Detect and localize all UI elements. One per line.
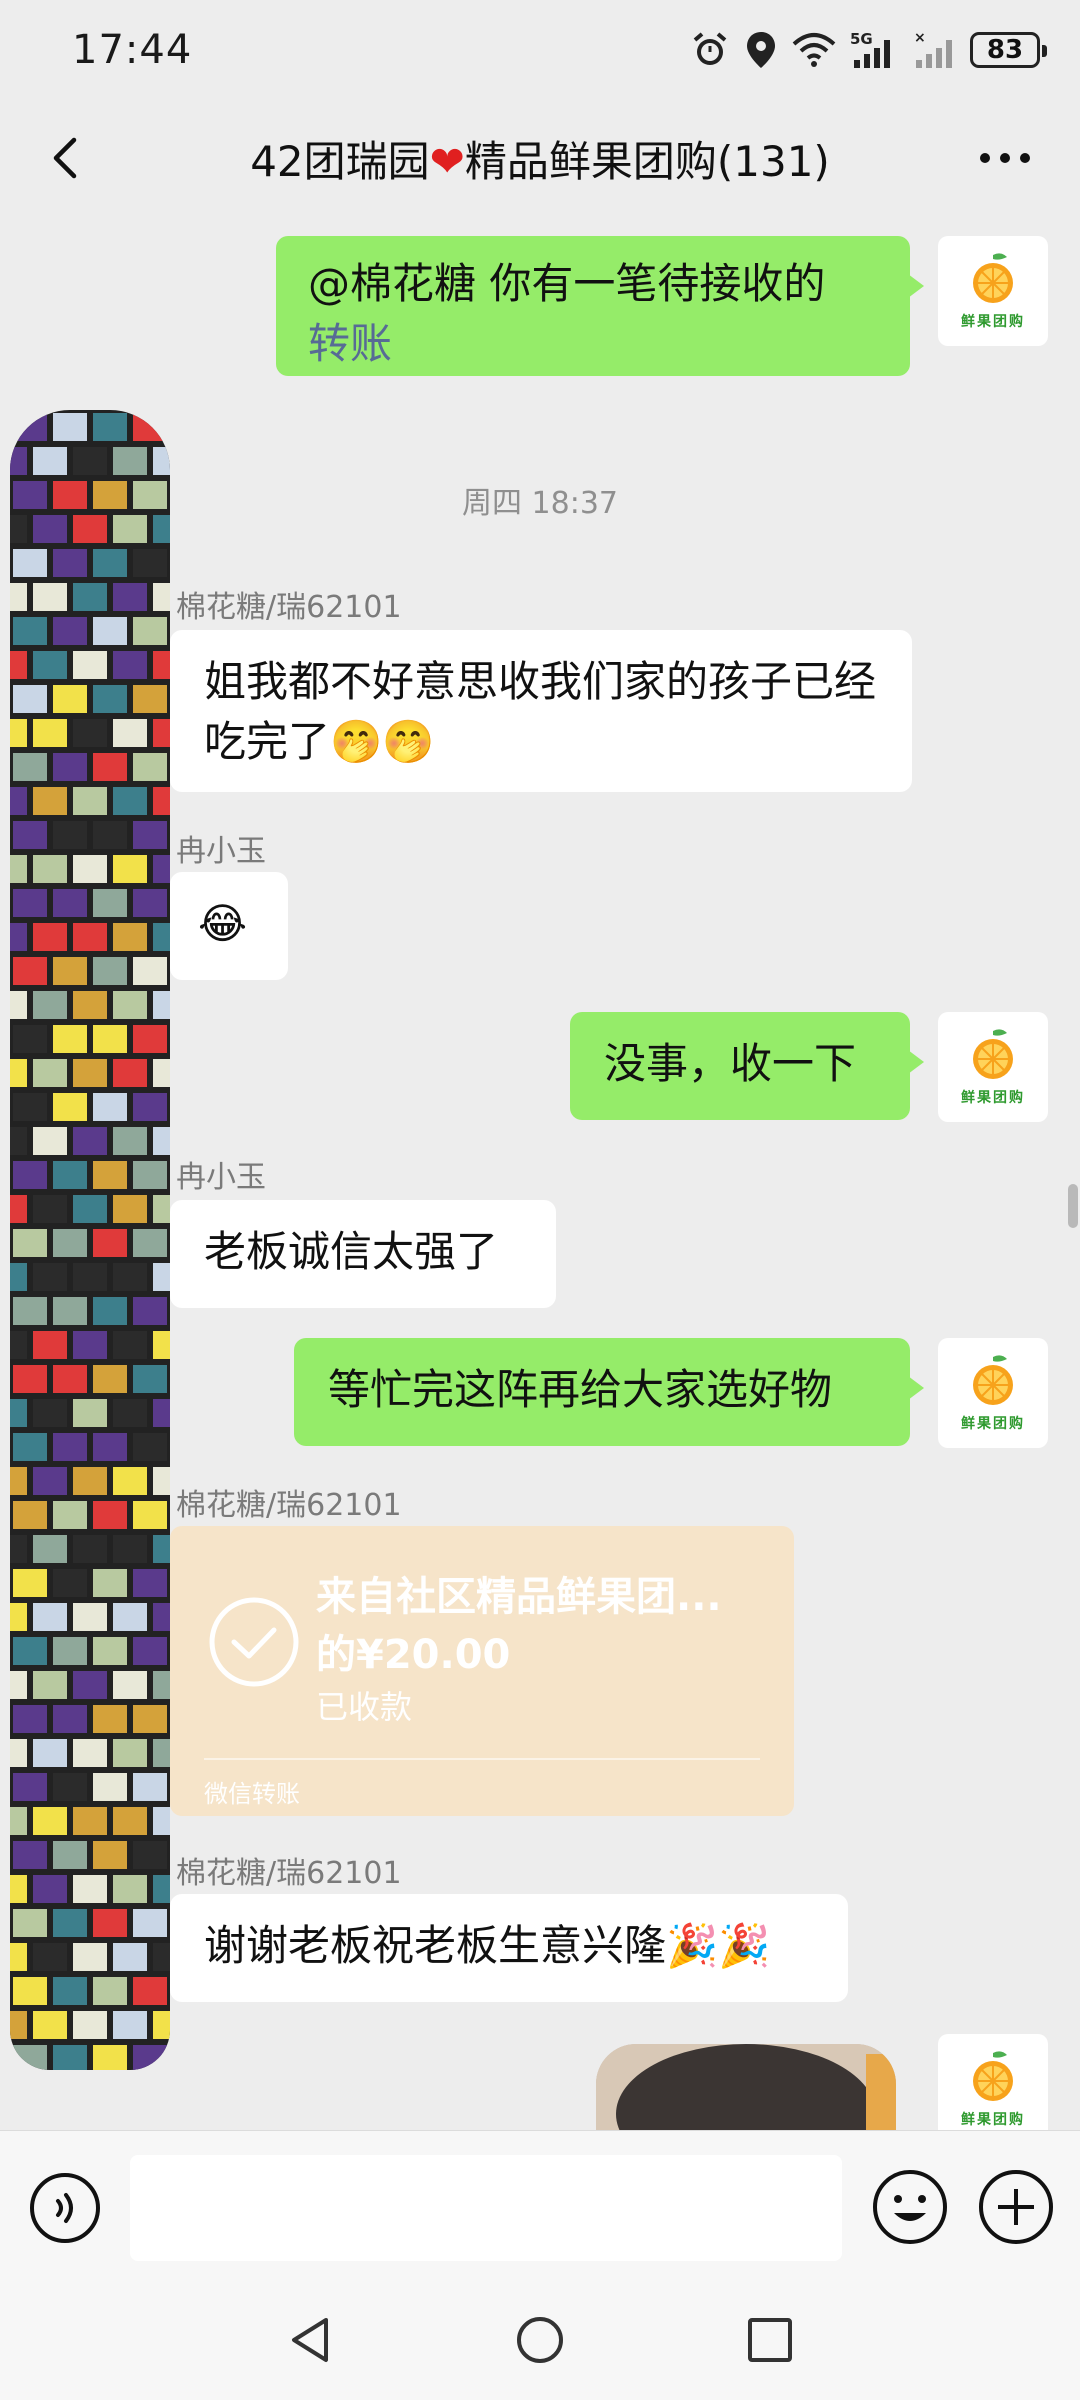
message-text: 老板诚信太强了 [204, 1227, 499, 1276]
battery-level: 83 [986, 35, 1024, 65]
more-options-icon[interactable] [970, 130, 1040, 186]
chat-title-suffix: 精品鲜果团购(131) [464, 136, 830, 186]
message-bubble-incoming[interactable]: 老板诚信太强了 [156, 1200, 556, 1308]
transfer-footer: 微信转账 [204, 1780, 300, 1808]
svg-text:×: × [914, 30, 926, 46]
heart-icon: ❤ [429, 136, 465, 186]
message-bubble-incoming[interactable]: 😂 [156, 872, 288, 980]
system-nav-bar [0, 2280, 1080, 2400]
avatar-brand-text: 鲜果团购 [961, 314, 1025, 330]
sender-name: 棉花糖/瑞62101 [176, 1856, 402, 1891]
battery-icon: 83 [970, 32, 1047, 68]
back-arrow-icon[interactable] [40, 130, 96, 186]
message-text: 等忙完这阵再给大家选好物 [328, 1365, 833, 1414]
orange-logo-icon [973, 2051, 1013, 2101]
message-text: 没事，收一下 [604, 1039, 857, 1088]
message-bubble-outgoing[interactable]: 没事，收一下 [570, 1012, 924, 1120]
signal-icon: × [914, 30, 952, 68]
chat-title-prefix: 42团瑞园 [250, 136, 430, 186]
avatar-brand-text: 鲜果团购 [961, 1416, 1025, 1432]
sender-name: 冉小玉 [176, 834, 266, 869]
status-bar: 17:44 5G × 83 [0, 0, 1080, 100]
message-text: 谢谢老板祝老板生意兴隆🎉🎉 [204, 1921, 771, 1970]
location-icon [747, 32, 775, 68]
check-circle-icon [209, 1597, 299, 1687]
alarm-icon [693, 32, 727, 65]
nav-recents-icon[interactable] [742, 2310, 798, 2370]
orange-logo-icon [973, 253, 1013, 303]
transfer-divider [204, 1758, 760, 1760]
signal-5g-icon: 5G [850, 30, 890, 68]
network-label: 5G [850, 30, 873, 48]
sender-name: 冉小玉 [176, 1160, 266, 1195]
chat-header: 42团瑞园❤精品鲜果团购(131) [0, 100, 1080, 216]
nav-home-icon[interactable] [512, 2310, 568, 2370]
message-bubble-incoming[interactable]: 谢谢老板祝老板生意兴隆🎉🎉 [156, 1894, 848, 2002]
chat-title: 42团瑞园❤精品鲜果团购(131) [250, 128, 830, 189]
voice-input-icon[interactable] [28, 2171, 102, 2245]
transfer-from: 来自社区精品鲜果团... [316, 1574, 722, 1620]
privacy-mosaic [10, 410, 170, 2070]
message-text: 姐我都不好意思收我们家的孩子已经吃完了🤭🤭 [204, 657, 877, 766]
orange-logo-icon [973, 1355, 1013, 1405]
transfer-amount: 的¥20.00 [316, 1632, 511, 1678]
orange-logo-icon [973, 1029, 1013, 1079]
message-emoji: 😂 [198, 899, 248, 948]
message-bubble-outgoing[interactable]: 等忙完这阵再给大家选好物 [294, 1338, 924, 1446]
avatar-self[interactable]: 鲜果团购 [938, 2034, 1048, 2130]
message-input[interactable] [130, 2155, 842, 2261]
wifi-icon [792, 33, 836, 67]
transfer-card[interactable]: 来自社区精品鲜果团... 的¥20.00 已收款 微信转账 [156, 1526, 794, 1816]
plus-icon[interactable] [976, 2167, 1056, 2247]
status-time: 17:44 [72, 27, 193, 73]
message-bubble-outgoing[interactable]: @棉花糖 你有一笔待接收的 转账 [276, 236, 924, 376]
avatar-self[interactable]: 鲜果团购 [938, 1012, 1048, 1122]
scrollbar-thumb[interactable] [1068, 1184, 1078, 1228]
input-bar [0, 2130, 1080, 2280]
message-text: @棉花糖 你有一笔待接收的 [308, 259, 826, 308]
sender-name: 棉花糖/瑞62101 [176, 590, 402, 625]
avatar-self[interactable]: 鲜果团购 [938, 1338, 1048, 1448]
avatar-brand-text: 鲜果团购 [961, 2112, 1025, 2128]
avatar-self[interactable]: 鲜果团购 [938, 236, 1048, 346]
message-bubble-incoming[interactable]: 姐我都不好意思收我们家的孩子已经吃完了🤭🤭 [156, 630, 912, 792]
sender-name: 棉花糖/瑞62101 [176, 1488, 402, 1523]
image-message-thumbnail[interactable] [596, 2044, 896, 2130]
transfer-link[interactable]: 转账 [308, 314, 878, 374]
emoji-icon[interactable] [870, 2167, 950, 2247]
nav-back-icon[interactable] [282, 2310, 338, 2370]
transfer-status: 已收款 [316, 1688, 413, 1726]
status-icons: 5G × 83 [690, 30, 1047, 70]
avatar-brand-text: 鲜果团购 [961, 1090, 1025, 1106]
